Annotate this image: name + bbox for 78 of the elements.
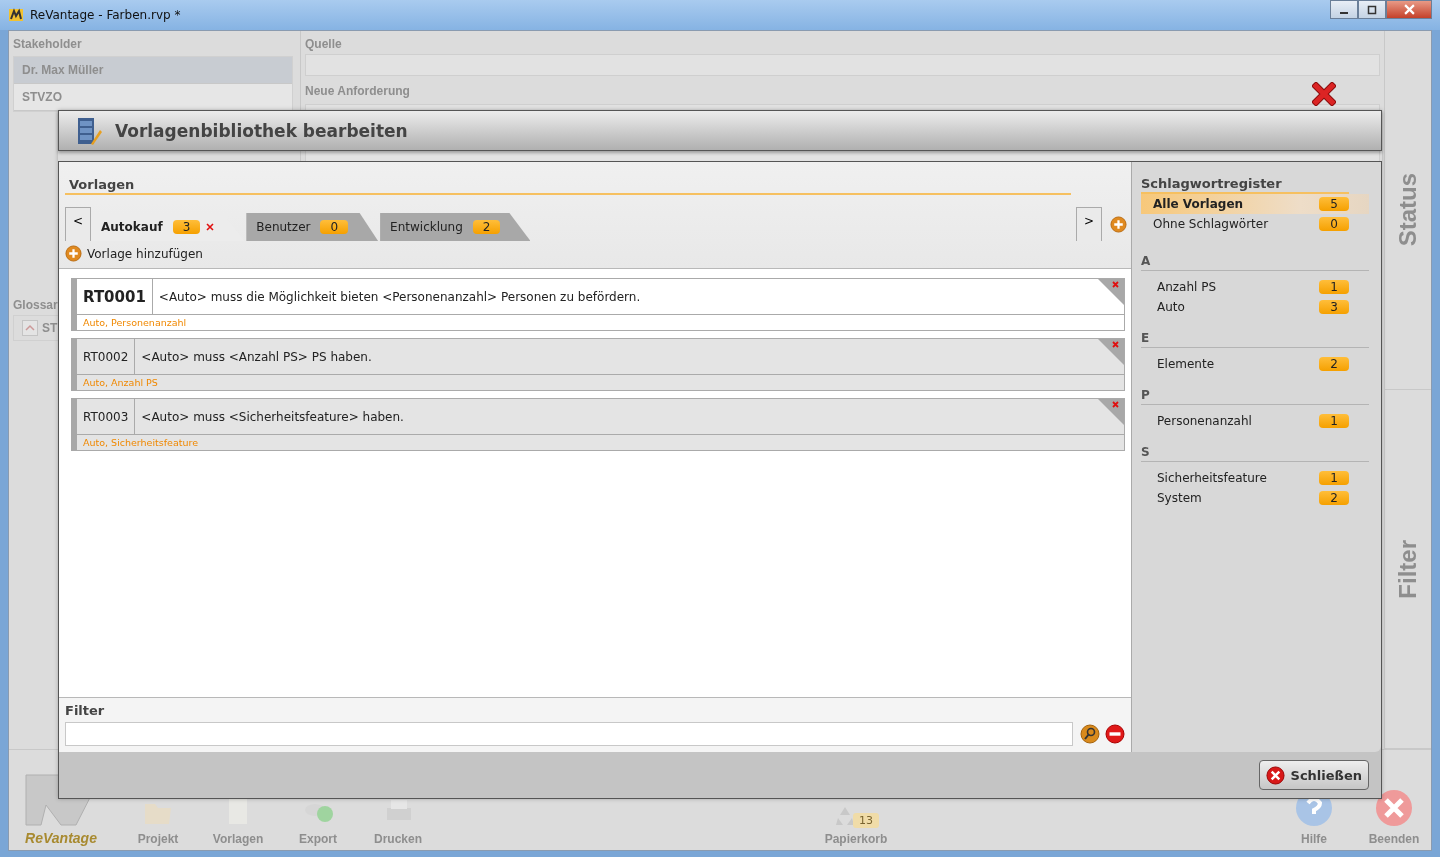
- minimize-icon: [1340, 11, 1348, 14]
- tab[interactable]: Entwicklung 2: [380, 213, 531, 241]
- count-badge: 0: [1319, 217, 1349, 231]
- group-letter: A: [1141, 240, 1369, 271]
- close-icon: [1374, 788, 1414, 828]
- keyword-item[interactable]: Elemente 2: [1141, 354, 1369, 374]
- cabinet-icon: [75, 115, 103, 146]
- remove-icon: [1104, 723, 1125, 744]
- corner-delete-icon: [1098, 339, 1124, 365]
- template-card[interactable]: RT0003 <Auto> muss <Sicherheitsfeature> haben. Auto, Sicherheitsfeature: [71, 398, 1125, 451]
- clear-filter-button[interactable]: [1104, 723, 1125, 745]
- keyword-item[interactable]: Alle Vorlagen 5: [1141, 194, 1369, 214]
- template-tags: Auto, Anzahl PS: [77, 375, 1124, 390]
- keyword-item[interactable]: Anzahl PS 1: [1141, 277, 1369, 297]
- field-label: Neue Anforderung: [305, 83, 410, 100]
- count-badge: 1: [1319, 414, 1349, 428]
- dialog-title: Vorlagenbibliothek bearbeiten: [115, 120, 408, 141]
- close-button[interactable]: [1386, 0, 1432, 19]
- maximize-button[interactable]: [1358, 0, 1386, 19]
- count-badge: 2: [472, 220, 501, 234]
- keyword-item[interactable]: Sicherheitsfeature 1: [1141, 468, 1369, 488]
- template-text: <Auto> muss <Sicherheitsfeature> haben.: [140, 408, 404, 426]
- corner-delete-icon: [1098, 279, 1124, 305]
- count-badge: 3: [172, 220, 201, 234]
- close-icon: [1403, 4, 1415, 15]
- template-id: RT0001: [77, 279, 153, 314]
- add-template-button[interactable]: Vorlage hinzufügen: [65, 241, 203, 266]
- template-tags: Auto, Personenanzahl: [77, 315, 1124, 330]
- template-id: RT0002: [77, 339, 136, 374]
- group-letter: P: [1141, 374, 1369, 405]
- toolbar-button[interactable]: 13 Papierkorb: [824, 804, 888, 846]
- template-tags: Auto, Sicherheitsfeature: [77, 435, 1124, 450]
- count-badge: 1: [1319, 280, 1349, 294]
- panel-heading: Stakeholder: [13, 36, 82, 53]
- previous-tab-button[interactable]: <: [65, 207, 91, 241]
- minimize-button[interactable]: [1330, 0, 1358, 19]
- corner-delete-icon: [1098, 399, 1124, 425]
- count-badge: 3: [1319, 300, 1349, 314]
- search-icon: [1079, 723, 1100, 744]
- template-card[interactable]: RT0001 <Auto> muss die Möglichkeit bieten <Personenanzahl> Personen zu befördern. Auto, Personenanzahl: [71, 278, 1125, 331]
- search-button[interactable]: [1079, 723, 1100, 745]
- tab-label: Entwicklung: [390, 220, 463, 234]
- tab-label: Autokauf: [101, 220, 163, 234]
- logo-text: ReVantage: [25, 830, 97, 846]
- group-letter: S: [1141, 431, 1369, 462]
- count-badge: 2: [1319, 357, 1349, 371]
- count-badge: 1: [1319, 471, 1349, 485]
- add-icon: [1110, 216, 1127, 233]
- keyword-item[interactable]: Auto 3: [1141, 297, 1369, 317]
- tab-label: Benutzer: [256, 220, 311, 234]
- template-text: <Auto> muss <Anzahl PS> PS haben.: [140, 348, 372, 366]
- keyword-item[interactable]: Personenanzahl 1: [1141, 411, 1369, 431]
- count-badge: 2: [1319, 491, 1349, 505]
- keyword-item[interactable]: Ohne Schlagwörter 0: [1141, 214, 1369, 234]
- delete-icon: [1312, 82, 1336, 106]
- keyword-item[interactable]: System 2: [1141, 488, 1369, 508]
- group-letter: E: [1141, 317, 1369, 348]
- close-icon: [1265, 765, 1285, 785]
- count-badge: 13: [853, 813, 879, 828]
- template-card[interactable]: RT0002 <Auto> muss <Anzahl PS> PS haben. Auto, Anzahl PS: [71, 338, 1125, 391]
- filter-label: Filter: [65, 703, 106, 718]
- collapse-icon: [22, 320, 38, 336]
- add-icon: [65, 245, 82, 262]
- field-label: Quelle: [305, 36, 342, 53]
- app-icon: [8, 7, 24, 23]
- count-badge: 5: [1319, 197, 1349, 211]
- count-badge: 0: [320, 220, 349, 234]
- template-id: RT0003: [77, 399, 136, 434]
- section-heading: Vorlagen: [65, 162, 1071, 195]
- close-dialog-button[interactable]: Schließen: [1258, 760, 1369, 790]
- template-text: <Auto> muss die Möglichkeit bieten <Personenanzahl> Personen zu befördern.: [157, 288, 641, 306]
- window-title: ReVantage - Farben.rvp *: [30, 8, 181, 22]
- maximize-icon: [1367, 4, 1377, 15]
- panel-heading: Glossar: [13, 297, 58, 314]
- next-tab-button[interactable]: >: [1076, 207, 1102, 241]
- tab[interactable]: Benutzer 0: [246, 213, 379, 241]
- filter-field[interactable]: [65, 722, 1073, 746]
- close-icon: [206, 223, 215, 231]
